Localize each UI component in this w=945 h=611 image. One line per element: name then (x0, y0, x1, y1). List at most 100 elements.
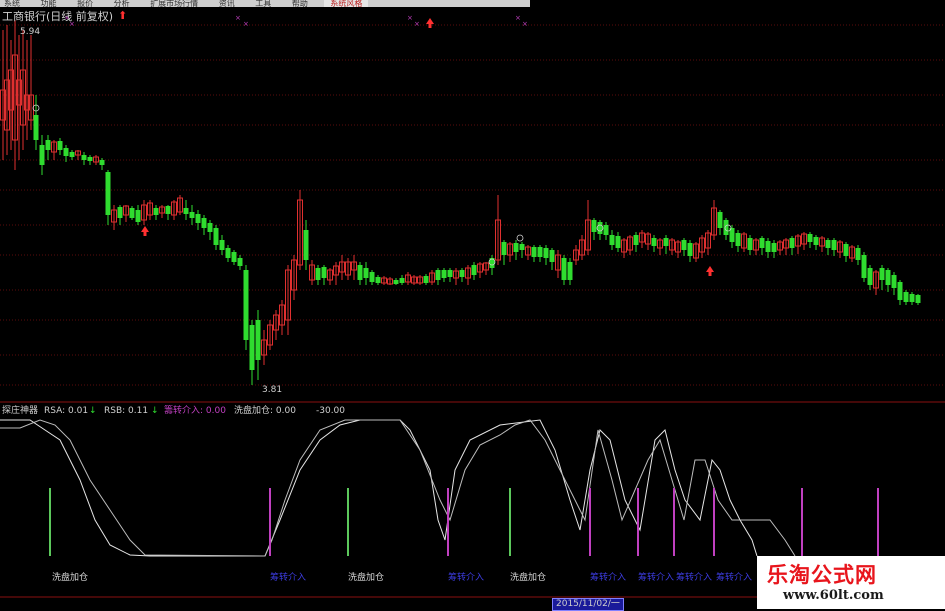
zhuli-label: 筹转介入 (638, 571, 674, 583)
indicator-bar-labels: 洗盘加仓 筹转介入 洗盘加仓 筹转介入 洗盘加仓 筹转介入 筹转介入 筹转介入 筹转介入 (52, 571, 752, 583)
indicator-lines (0, 419, 796, 557)
candle-body (369, 272, 375, 282)
watermark-logo: 乐淘公式网 (767, 563, 877, 587)
candle-body (213, 228, 219, 245)
x-marker-icon: × (235, 14, 241, 22)
watermark: 乐淘公式网 www.60lt.com (757, 556, 945, 609)
rsa-label: RSA: 0.01 (44, 406, 88, 416)
zhuli-value-label: 籌转介入: 0.00 (164, 404, 226, 416)
candle-body (789, 238, 795, 248)
signal-markers: ×××××××× (32, 14, 732, 276)
candle-body (363, 268, 369, 278)
candle-body (609, 235, 615, 245)
candle-body (45, 140, 51, 150)
candle-body (153, 208, 159, 215)
candle-body (195, 214, 201, 223)
candle-body (813, 237, 819, 245)
candle-body (651, 238, 657, 246)
candle-body (243, 270, 249, 340)
candle-body (219, 240, 225, 250)
candle-body (681, 240, 687, 250)
x-marker-icon: × (407, 14, 413, 22)
chart-title: 工商银行(日线 前复权) (2, 9, 113, 23)
candle-body (855, 248, 861, 260)
candle-body (633, 235, 639, 245)
candle-body (375, 277, 381, 283)
candle-body (249, 325, 255, 370)
candle-body (615, 236, 621, 248)
candle-body (885, 270, 891, 285)
x-marker-icon: × (522, 20, 528, 28)
candle-body (183, 208, 189, 214)
candle-body (105, 172, 111, 215)
candle-body (321, 267, 327, 278)
candle-body (207, 223, 213, 232)
zhuli-label: 筹转介入 (590, 571, 626, 583)
candle-body (135, 210, 141, 222)
candle-body (69, 152, 75, 157)
zhuli-label: 筹转介入 (270, 571, 306, 583)
stock-chart-canvas[interactable]: ×××××××× 工商银行(日线 前复权) ⬆ 5.94 3.81 探庄神器 R… (0, 0, 945, 609)
rsa-line (0, 419, 758, 557)
candle-body (879, 268, 885, 280)
candle-body (447, 270, 453, 277)
candle-body (357, 265, 363, 280)
candle-body (771, 243, 777, 252)
candle-body (423, 276, 429, 283)
candle-body (33, 115, 39, 140)
rsb-line (0, 419, 796, 557)
candle-body (315, 268, 321, 280)
candle-body (393, 280, 399, 284)
candle-body (831, 240, 837, 250)
zhuli-label: 筹转介入 (676, 571, 712, 583)
candle-body (441, 270, 447, 278)
candle-body (843, 244, 849, 256)
candle-body (501, 242, 507, 255)
candle-body (231, 252, 237, 262)
candle-body (543, 248, 549, 258)
candle-body (867, 268, 873, 285)
x-marker-icon: × (243, 20, 249, 28)
buy-arrow-icon: ⬆ (118, 9, 127, 22)
candle-body (717, 212, 723, 228)
candle-body (117, 207, 123, 218)
candle-body (603, 225, 609, 235)
candle-body (165, 206, 171, 214)
candle-body (723, 220, 729, 235)
zhuli-label: 筹转介入 (716, 571, 752, 583)
xipan-label: 洗盘加仓 (510, 571, 546, 583)
candle-body (225, 248, 231, 258)
zhuli-label: 筹转介入 (448, 571, 484, 583)
candle-body (63, 148, 69, 156)
buy-arrow-icon (426, 18, 434, 28)
candle-body (57, 141, 63, 150)
buy-arrow-icon (141, 226, 149, 236)
candle-body (99, 160, 105, 165)
x-marker-icon: × (414, 20, 420, 28)
candle-body (909, 294, 915, 302)
rsb-label: RSB: 0.11 (104, 406, 148, 416)
watermark-url: www.60lt.com (783, 588, 884, 603)
xipan-label: 洗盘加仓 (348, 571, 384, 583)
candle-body (549, 250, 555, 262)
extra-value-label: -30.00 (316, 406, 345, 416)
high-price-label: 5.94 (20, 27, 40, 37)
xipan-value-label: 洗盘加仓: 0.00 (234, 404, 296, 416)
candle-body (915, 295, 921, 303)
candle-body (87, 157, 93, 161)
candle-body (39, 145, 45, 165)
candlestick-series (0, 20, 921, 385)
candle-body (201, 218, 207, 228)
rsa-down-arrow-icon: ↓ (89, 406, 97, 416)
date-cursor-label: 2015/11/02/一 (552, 598, 624, 611)
candle-body (537, 247, 543, 257)
candle-body (765, 241, 771, 252)
candle-body (399, 278, 405, 283)
candle-body (129, 208, 135, 218)
candle-body (189, 212, 195, 218)
low-price-label: 3.81 (262, 385, 282, 395)
candle-body (561, 258, 567, 280)
candle-body (597, 222, 603, 234)
candle-body (303, 230, 309, 260)
candle-body (237, 258, 243, 266)
